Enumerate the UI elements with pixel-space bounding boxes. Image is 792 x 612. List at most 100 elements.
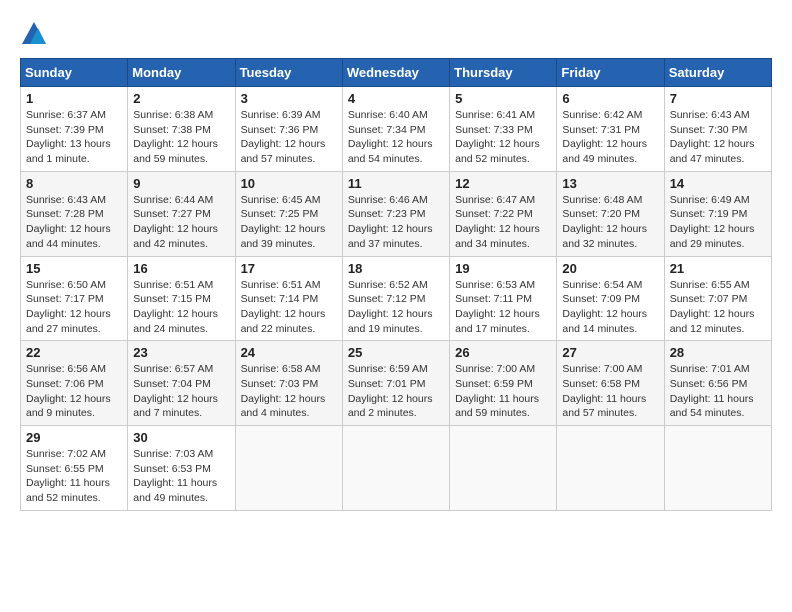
week-row-5: 29 Sunrise: 7:02 AMSunset: 6:55 PMDayligh…: [21, 426, 772, 511]
calendar-cell: 15 Sunrise: 6:50 AMSunset: 7:17 PMDayligh…: [21, 256, 128, 341]
col-header-tuesday: Tuesday: [235, 59, 342, 87]
week-row-1: 1 Sunrise: 6:37 AMSunset: 7:39 PMDaylight…: [21, 87, 772, 172]
day-info: Sunrise: 6:46 AMSunset: 7:23 PMDaylight:…: [348, 193, 444, 252]
col-header-wednesday: Wednesday: [342, 59, 449, 87]
col-header-monday: Monday: [128, 59, 235, 87]
day-number: 14: [670, 176, 766, 191]
day-info: Sunrise: 6:49 AMSunset: 7:19 PMDaylight:…: [670, 193, 766, 252]
calendar-cell: [235, 426, 342, 511]
day-info: Sunrise: 6:52 AMSunset: 7:12 PMDaylight:…: [348, 278, 444, 337]
calendar: SundayMondayTuesdayWednesdayThursdayFrid…: [20, 58, 772, 511]
day-number: 22: [26, 345, 122, 360]
calendar-cell: 25 Sunrise: 6:59 AMSunset: 7:01 PMDayligh…: [342, 341, 449, 426]
calendar-cell: 30Sunrise: 7:03 AMSunset: 6:53 PMDayligh…: [128, 426, 235, 511]
day-info: Sunrise: 6:50 AMSunset: 7:17 PMDaylight:…: [26, 278, 122, 337]
calendar-cell: 24 Sunrise: 6:58 AMSunset: 7:03 PMDayligh…: [235, 341, 342, 426]
day-info: Sunrise: 6:41 AMSunset: 7:33 PMDaylight:…: [455, 108, 551, 167]
day-info: Sunrise: 7:02 AMSunset: 6:55 PMDaylight:…: [26, 447, 122, 506]
day-number: 9: [133, 176, 229, 191]
week-row-4: 22 Sunrise: 6:56 AMSunset: 7:06 PMDayligh…: [21, 341, 772, 426]
day-number: 12: [455, 176, 551, 191]
day-info: Sunrise: 6:39 AMSunset: 7:36 PMDaylight:…: [241, 108, 337, 167]
day-number: 1: [26, 91, 122, 106]
day-number: 17: [241, 261, 337, 276]
day-number: 15: [26, 261, 122, 276]
calendar-cell: 29 Sunrise: 7:02 AMSunset: 6:55 PMDayligh…: [21, 426, 128, 511]
week-row-2: 8 Sunrise: 6:43 AMSunset: 7:28 PMDaylight…: [21, 171, 772, 256]
calendar-cell: 11 Sunrise: 6:46 AMSunset: 7:23 PMDayligh…: [342, 171, 449, 256]
day-info: Sunrise: 6:37 AMSunset: 7:39 PMDaylight:…: [26, 108, 122, 167]
day-number: 3: [241, 91, 337, 106]
calendar-cell: 7 Sunrise: 6:43 AMSunset: 7:30 PMDaylight…: [664, 87, 771, 172]
calendar-cell: 26Sunrise: 7:00 AMSunset: 6:59 PMDayligh…: [450, 341, 557, 426]
day-number: 4: [348, 91, 444, 106]
day-number: 7: [670, 91, 766, 106]
calendar-cell: 17 Sunrise: 6:51 AMSunset: 7:14 PMDayligh…: [235, 256, 342, 341]
day-number: 16: [133, 261, 229, 276]
day-number: 29: [26, 430, 122, 445]
calendar-cell: 10Sunrise: 6:45 AMSunset: 7:25 PMDayligh…: [235, 171, 342, 256]
day-number: 18: [348, 261, 444, 276]
day-info: Sunrise: 6:51 AMSunset: 7:14 PMDaylight:…: [241, 278, 337, 337]
calendar-cell: 28 Sunrise: 7:01 AMSunset: 6:56 PMDayligh…: [664, 341, 771, 426]
col-header-thursday: Thursday: [450, 59, 557, 87]
col-header-friday: Friday: [557, 59, 664, 87]
day-info: Sunrise: 6:43 AMSunset: 7:30 PMDaylight:…: [670, 108, 766, 167]
calendar-cell: 12 Sunrise: 6:47 AMSunset: 7:22 PMDayligh…: [450, 171, 557, 256]
week-row-3: 15 Sunrise: 6:50 AMSunset: 7:17 PMDayligh…: [21, 256, 772, 341]
day-info: Sunrise: 6:48 AMSunset: 7:20 PMDaylight:…: [562, 193, 658, 252]
calendar-cell: 14 Sunrise: 6:49 AMSunset: 7:19 PMDayligh…: [664, 171, 771, 256]
day-number: 27: [562, 345, 658, 360]
calendar-cell: 19 Sunrise: 6:53 AMSunset: 7:11 PMDayligh…: [450, 256, 557, 341]
day-info: Sunrise: 7:00 AMSunset: 6:58 PMDaylight:…: [562, 362, 658, 421]
calendar-cell: 2 Sunrise: 6:38 AMSunset: 7:38 PMDaylight…: [128, 87, 235, 172]
day-info: Sunrise: 7:03 AMSunset: 6:53 PMDaylight:…: [133, 447, 229, 506]
calendar-cell: 1 Sunrise: 6:37 AMSunset: 7:39 PMDaylight…: [21, 87, 128, 172]
day-number: 5: [455, 91, 551, 106]
day-info: Sunrise: 6:42 AMSunset: 7:31 PMDaylight:…: [562, 108, 658, 167]
day-info: Sunrise: 7:01 AMSunset: 6:56 PMDaylight:…: [670, 362, 766, 421]
day-info: Sunrise: 6:45 AMSunset: 7:25 PMDaylight:…: [241, 193, 337, 252]
day-info: Sunrise: 6:53 AMSunset: 7:11 PMDaylight:…: [455, 278, 551, 337]
day-number: 24: [241, 345, 337, 360]
calendar-cell: 8 Sunrise: 6:43 AMSunset: 7:28 PMDaylight…: [21, 171, 128, 256]
calendar-cell: 13Sunrise: 6:48 AMSunset: 7:20 PMDayligh…: [557, 171, 664, 256]
day-info: Sunrise: 6:38 AMSunset: 7:38 PMDaylight:…: [133, 108, 229, 167]
day-number: 23: [133, 345, 229, 360]
day-info: Sunrise: 6:43 AMSunset: 7:28 PMDaylight:…: [26, 193, 122, 252]
calendar-cell: 23Sunrise: 6:57 AMSunset: 7:04 PMDayligh…: [128, 341, 235, 426]
day-number: 8: [26, 176, 122, 191]
calendar-header-row: SundayMondayTuesdayWednesdayThursdayFrid…: [21, 59, 772, 87]
day-info: Sunrise: 7:00 AMSunset: 6:59 PMDaylight:…: [455, 362, 551, 421]
col-header-saturday: Saturday: [664, 59, 771, 87]
logo: [20, 20, 52, 48]
logo-icon: [20, 20, 48, 48]
day-info: Sunrise: 6:55 AMSunset: 7:07 PMDaylight:…: [670, 278, 766, 337]
header: [20, 20, 772, 48]
calendar-cell: 27 Sunrise: 7:00 AMSunset: 6:58 PMDayligh…: [557, 341, 664, 426]
day-number: 2: [133, 91, 229, 106]
day-info: Sunrise: 6:54 AMSunset: 7:09 PMDaylight:…: [562, 278, 658, 337]
day-info: Sunrise: 6:47 AMSunset: 7:22 PMDaylight:…: [455, 193, 551, 252]
day-info: Sunrise: 6:59 AMSunset: 7:01 PMDaylight:…: [348, 362, 444, 421]
calendar-cell: 9 Sunrise: 6:44 AMSunset: 7:27 PMDaylight…: [128, 171, 235, 256]
day-number: 25: [348, 345, 444, 360]
day-number: 19: [455, 261, 551, 276]
day-number: 21: [670, 261, 766, 276]
day-number: 11: [348, 176, 444, 191]
day-info: Sunrise: 6:44 AMSunset: 7:27 PMDaylight:…: [133, 193, 229, 252]
calendar-cell: [342, 426, 449, 511]
calendar-cell: 18 Sunrise: 6:52 AMSunset: 7:12 PMDayligh…: [342, 256, 449, 341]
calendar-cell: 4Sunrise: 6:40 AMSunset: 7:34 PMDaylight…: [342, 87, 449, 172]
calendar-cell: 5 Sunrise: 6:41 AMSunset: 7:33 PMDaylight…: [450, 87, 557, 172]
day-info: Sunrise: 6:58 AMSunset: 7:03 PMDaylight:…: [241, 362, 337, 421]
calendar-cell: 22 Sunrise: 6:56 AMSunset: 7:06 PMDayligh…: [21, 341, 128, 426]
day-number: 28: [670, 345, 766, 360]
calendar-cell: [450, 426, 557, 511]
calendar-cell: 16Sunrise: 6:51 AMSunset: 7:15 PMDayligh…: [128, 256, 235, 341]
day-number: 20: [562, 261, 658, 276]
calendar-cell: 3 Sunrise: 6:39 AMSunset: 7:36 PMDaylight…: [235, 87, 342, 172]
day-info: Sunrise: 6:56 AMSunset: 7:06 PMDaylight:…: [26, 362, 122, 421]
calendar-cell: 21 Sunrise: 6:55 AMSunset: 7:07 PMDayligh…: [664, 256, 771, 341]
day-number: 6: [562, 91, 658, 106]
